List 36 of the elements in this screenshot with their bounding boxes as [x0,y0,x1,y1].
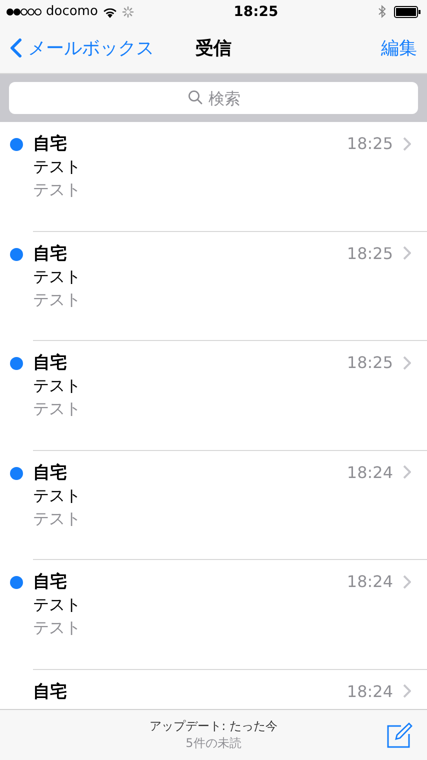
message-preview: テスト [33,508,82,530]
message-time: 18:24 [346,462,393,482]
clock-time: 18:25 [234,4,278,20]
message-row[interactable]: 自宅 18:24 [0,670,427,709]
sender-name: 自宅 [33,242,68,264]
edit-link[interactable]: 編集 [381,36,417,60]
sender-name: 自宅 [33,571,68,593]
sender-name: 自宅 [33,133,68,155]
sender-name: 自宅 [33,680,68,702]
unread-count: 5件の未読 [186,735,242,752]
message-subject: テスト [33,157,82,178]
message-row[interactable]: 自宅 18:25 テスト テスト [0,122,427,232]
message-subject: テスト [33,486,82,506]
message-time: 18:24 [346,572,393,591]
message-time: 18:25 [346,353,393,372]
message-preview: テスト [33,399,82,420]
message-row[interactable]: 自宅 18:24 テスト テスト [0,560,427,670]
carrier-name: docomo [46,4,98,19]
message-preview: テスト [33,618,82,639]
message-row[interactable]: 自宅 18:24 テスト テスト [0,450,427,560]
message-subject: テスト [33,595,82,616]
update-status: アップデート: たった今 [150,718,278,735]
message-subject: テスト [33,376,82,397]
message-time: 18:25 [346,244,393,262]
message-subject: テスト [33,266,82,288]
search-field[interactable]: 検索 [9,82,418,114]
back-link[interactable]: メールボックス [10,36,154,60]
sender-name: 自宅 [33,352,68,374]
message-row[interactable]: 自宅 18:25 テスト テスト [0,341,427,450]
message-preview: テスト [33,180,82,201]
message-time: 18:24 [346,682,393,700]
message-time: 18:25 [346,134,393,153]
message-row[interactable]: 自宅 18:25 テスト テスト [0,232,427,341]
message-preview: テスト [33,290,82,310]
screen-title: 受信 [196,37,232,60]
sender-name: 自宅 [33,462,68,484]
